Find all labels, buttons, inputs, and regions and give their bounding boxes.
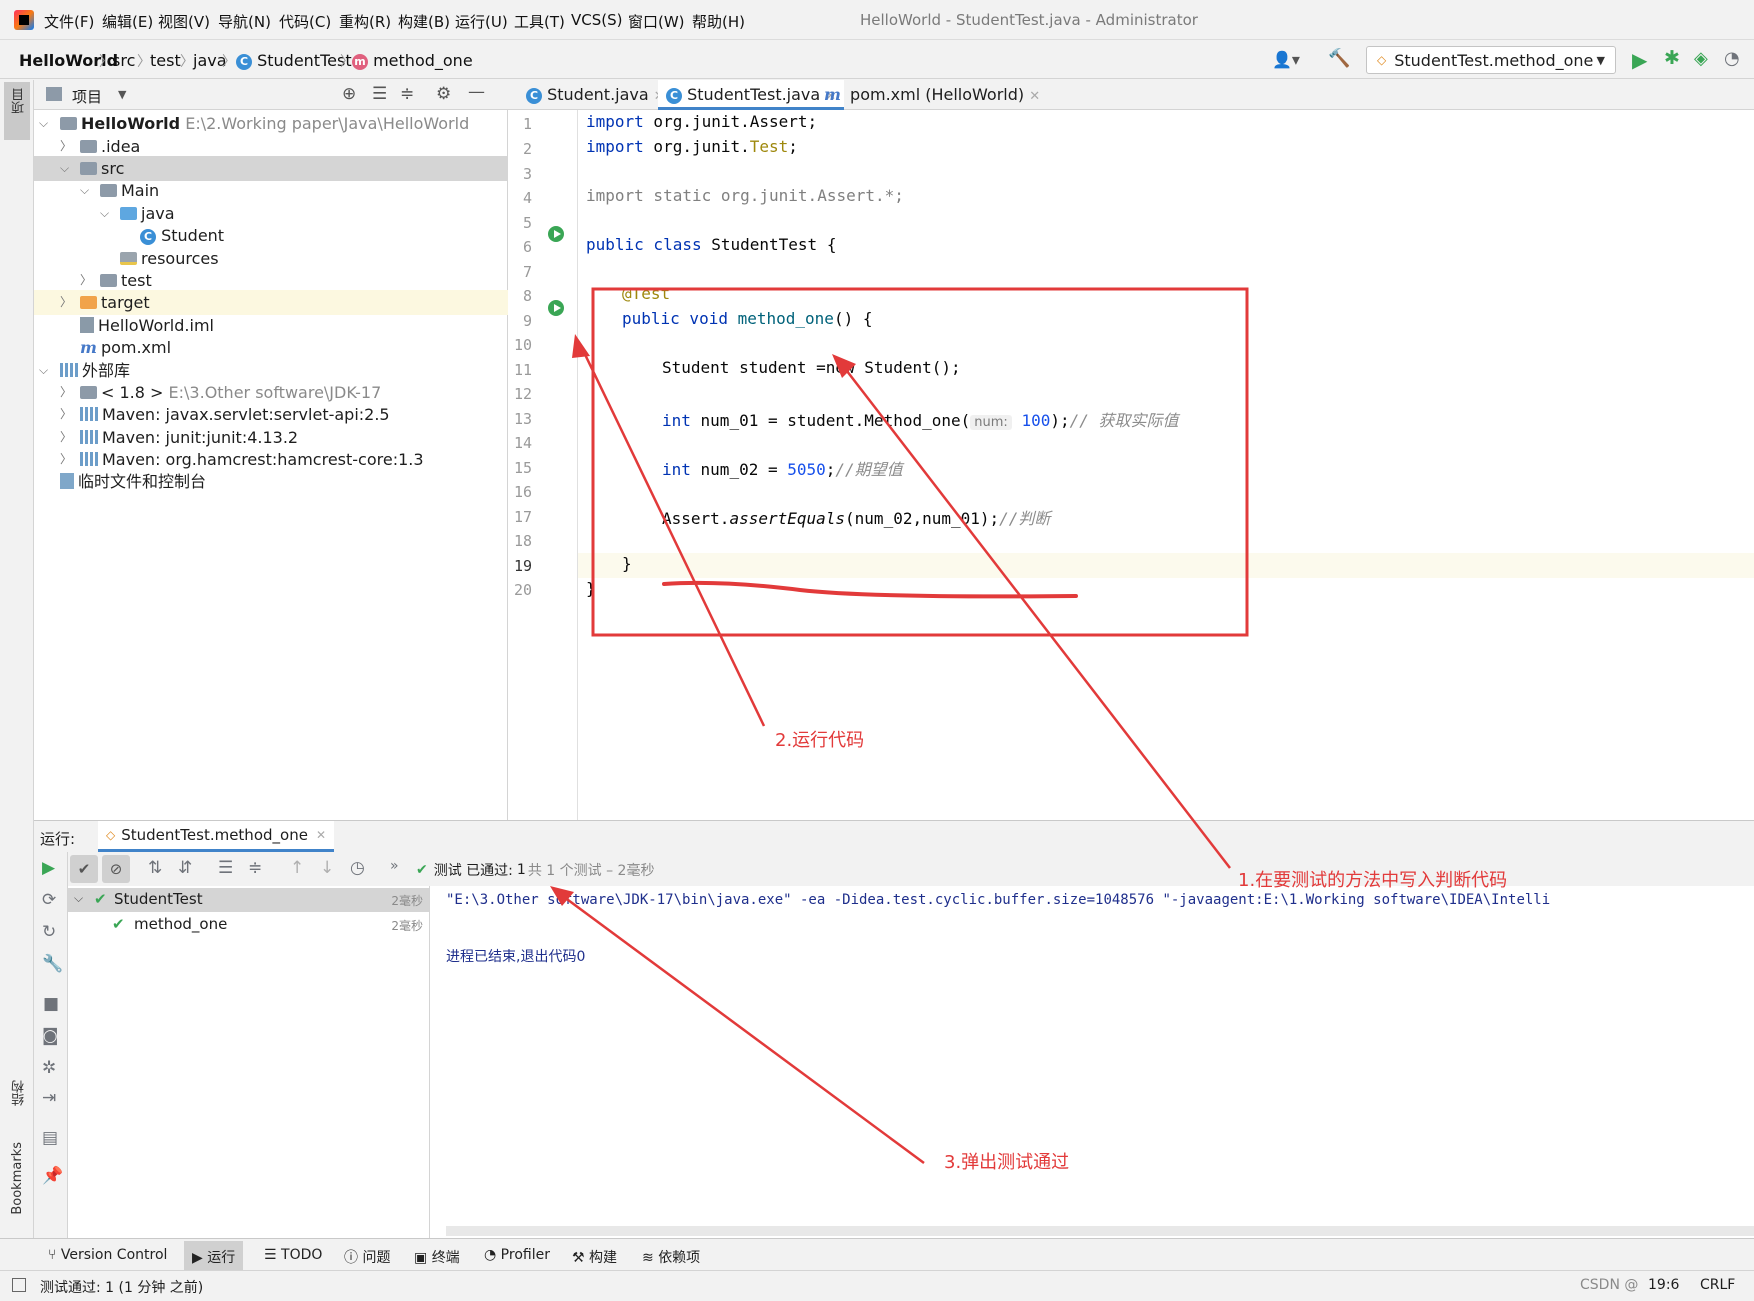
- info-icon: ⓘ: [344, 1250, 358, 1266]
- run-icon: ▶: [192, 1250, 203, 1266]
- tool-dependencies[interactable]: ≋ 依赖项: [642, 1247, 700, 1267]
- tool-profiler[interactable]: ◔ Profiler: [484, 1247, 550, 1263]
- annotation-note-2: 2.运行代码: [775, 730, 865, 751]
- annotation-overlay: [550, 287, 1249, 1165]
- tool-version-control[interactable]: ⑂ Version Control: [48, 1247, 167, 1263]
- annotation-note-1: 1.在要测试的方法中写入判断代码: [1238, 870, 1508, 891]
- status-message[interactable]: 测试通过: 1 (1 分钟 之前): [40, 1277, 203, 1297]
- arrow-head-1: [832, 354, 856, 378]
- tool-run[interactable]: ▶ 运行: [184, 1241, 244, 1273]
- arrow-line-1: [839, 361, 1231, 869]
- tool-build[interactable]: ⚒ 构建: [572, 1247, 617, 1267]
- line-ending[interactable]: CRLF: [1700, 1277, 1735, 1293]
- list-icon: ☰: [264, 1247, 277, 1263]
- watermark: CSDN @: [1580, 1277, 1639, 1293]
- arrow-head-2: [572, 334, 590, 358]
- tool-window-bar: ⑂ Version Control ▶ 运行 ☰ TODO ⓘ 问题 ▣ 终端 …: [0, 1238, 1754, 1273]
- hammer-icon: ⚒: [572, 1250, 585, 1266]
- caret-position[interactable]: 19:6: [1648, 1277, 1679, 1293]
- arrow-line-3: [559, 892, 925, 1165]
- arrow-line-2: [578, 343, 766, 727]
- tool-todo[interactable]: ☰ TODO: [264, 1247, 322, 1263]
- status-bar: 测试通过: 1 (1 分钟 之前) CSDN @ 19:6 CRLF: [0, 1270, 1754, 1301]
- annotation-note-3: 3.弹出测试通过: [944, 1152, 1070, 1173]
- terminal-icon: ▣: [414, 1250, 428, 1266]
- tool-problems[interactable]: ⓘ 问题: [344, 1247, 390, 1267]
- branch-icon: ⑂: [48, 1247, 57, 1263]
- window-layout-icon[interactable]: [12, 1278, 26, 1292]
- tool-terminal[interactable]: ▣ 终端: [414, 1247, 460, 1267]
- profiler-icon: ◔: [484, 1247, 497, 1263]
- layers-icon: ≋: [642, 1250, 654, 1266]
